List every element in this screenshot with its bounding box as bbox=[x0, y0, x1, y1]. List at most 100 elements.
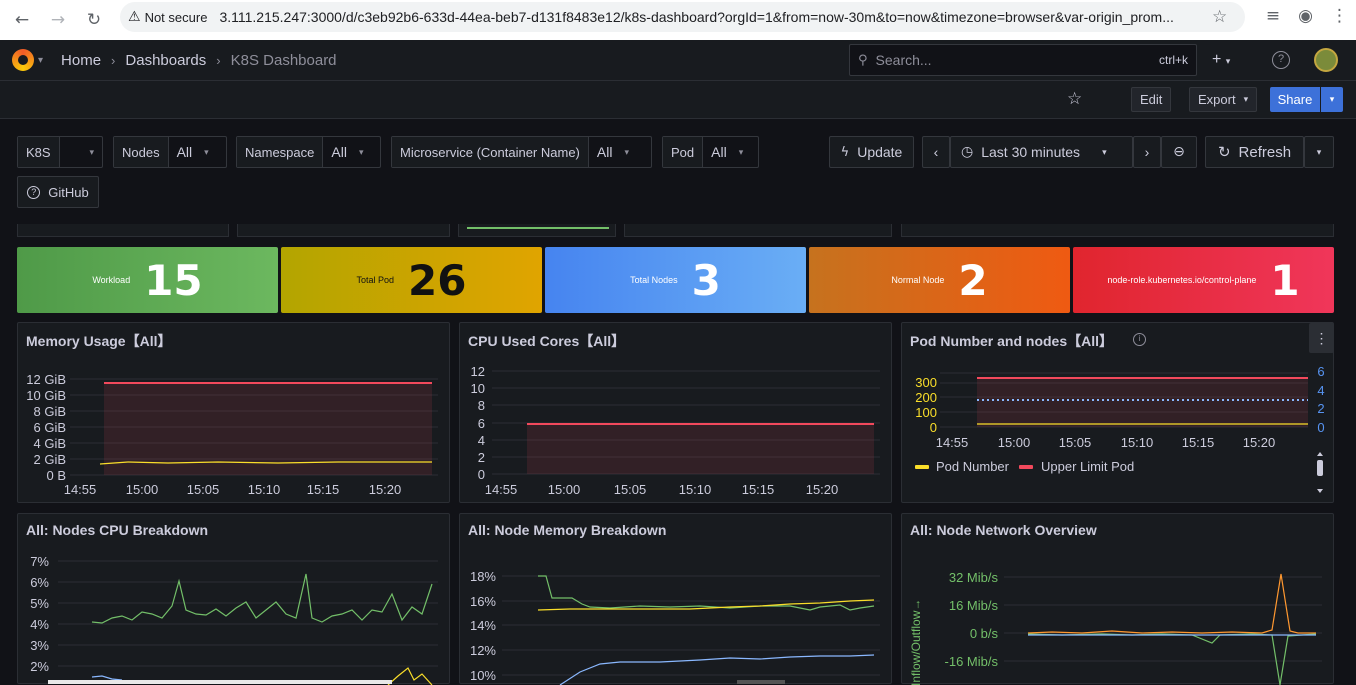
horizontal-scrollbar-thumb[interactable] bbox=[737, 680, 785, 684]
stat-control-plane: node-role.kubernetes.io/control-plane 1 bbox=[1073, 247, 1334, 313]
legend-scrollbar[interactable] bbox=[1316, 452, 1324, 494]
panel-nodes-cpu-breakdown: All: Nodes CPU Breakdown 7% 6% 5% 4% 3% 2% bbox=[17, 513, 450, 685]
address-bar[interactable]: ⚠ Not secure 3.111.215.247:3000/d/c3eb92b… bbox=[120, 2, 1245, 32]
y-tick: 2 bbox=[478, 450, 485, 465]
refresh-interval-dropdown[interactable]: ▾ bbox=[1304, 136, 1334, 168]
time-forward-button[interactable]: › bbox=[1133, 136, 1161, 168]
y-tick: 8 GiB bbox=[33, 404, 66, 419]
chevron-down-icon: ▾ bbox=[624, 146, 629, 157]
y-tick: 16 Mib/s bbox=[949, 598, 999, 613]
series-line-node-cpu-1 bbox=[91, 573, 433, 624]
profile-icon[interactable]: ◉ bbox=[1298, 6, 1313, 26]
panel-stub bbox=[624, 224, 892, 237]
x-tick: 15:15 bbox=[742, 482, 775, 497]
y2-tick: 2 bbox=[1317, 401, 1324, 416]
var-pod[interactable]: Pod All ▾ bbox=[662, 136, 759, 168]
area-cores bbox=[527, 424, 874, 474]
series-line-net-in bbox=[1027, 633, 1317, 685]
add-menu-button[interactable]: + ▾ bbox=[1212, 51, 1230, 69]
y2-tick: 0 bbox=[1317, 420, 1324, 435]
y-tick: 4 bbox=[478, 433, 485, 448]
panel-menu-icon[interactable]: ⋮ bbox=[1309, 323, 1334, 353]
share-button[interactable]: Share bbox=[1270, 87, 1320, 112]
chevron-down-icon: ▾ bbox=[1102, 146, 1107, 157]
panel-stub bbox=[17, 224, 229, 237]
lightning-icon: ϟ bbox=[840, 144, 850, 160]
media-icon[interactable]: ≡ bbox=[1266, 6, 1280, 26]
breadcrumb: Home › Dashboards › K8S Dashboard bbox=[61, 52, 337, 69]
crumb-dashboards[interactable]: Dashboards bbox=[125, 52, 206, 69]
help-icon: ? bbox=[27, 185, 41, 199]
top-nav: ▾ Home › Dashboards › K8S Dashboard ⚲ Se… bbox=[0, 40, 1356, 81]
y-tick: 5% bbox=[30, 596, 49, 611]
edit-button[interactable]: Edit bbox=[1131, 87, 1172, 112]
github-link[interactable]: ? GitHub bbox=[17, 176, 99, 208]
var-k8s[interactable]: K8S ▾ bbox=[17, 136, 103, 168]
var-microservice[interactable]: Microservice (Container Name) All ▾ bbox=[391, 136, 652, 168]
ncpu-grid bbox=[58, 560, 438, 667]
y-tick: 10% bbox=[470, 668, 496, 683]
x-tick: 14:55 bbox=[936, 435, 969, 450]
stat-normal-node: Normal Node 2 bbox=[809, 247, 1070, 313]
x-tick: 15:20 bbox=[806, 482, 839, 497]
grafana-logo-icon[interactable] bbox=[12, 49, 34, 71]
var-nodes[interactable]: Nodes All ▾ bbox=[113, 136, 227, 168]
y-tick: 10 GiB bbox=[26, 388, 66, 403]
y-tick: 3% bbox=[30, 638, 49, 653]
series-line-net-out bbox=[1027, 573, 1316, 634]
chevron-down-icon[interactable]: ▾ bbox=[38, 55, 43, 66]
forward-icon[interactable]: → bbox=[40, 4, 76, 36]
help-icon[interactable]: ? bbox=[1272, 51, 1290, 69]
horizontal-scrollbar[interactable] bbox=[48, 680, 392, 684]
star-icon[interactable]: ☆ bbox=[1067, 89, 1082, 109]
legend-swatch-upper-limit bbox=[1019, 465, 1033, 469]
x-tick: 15:00 bbox=[548, 482, 581, 497]
time-range-picker[interactable]: ◷ Last 30 minutes ▾ bbox=[950, 136, 1133, 168]
cpu-chart: 12 10 8 6 4 2 0 14:55 15:00 15:05 15:10 15:15 15:20 bbox=[471, 364, 880, 497]
back-icon[interactable]: ← bbox=[4, 4, 40, 36]
chevron-right-icon: › bbox=[216, 52, 221, 68]
panel-node-memory-breakdown: All: Node Memory Breakdown 18% 16% 14% 12% 1… bbox=[459, 513, 892, 685]
panel-cpu-cores: CPU Used Cores【All】 12 10 8 6 4 2 0 14:55 15:00… bbox=[459, 322, 892, 503]
legend-pod-number: Pod Number bbox=[936, 459, 1010, 474]
y-tick: 2 GiB bbox=[33, 452, 66, 467]
y-tick: 14% bbox=[470, 618, 496, 633]
panel-stub bbox=[901, 224, 1334, 237]
chevron-down-icon[interactable]: ▾ bbox=[1321, 87, 1343, 112]
panel-node-network: All: Node Network Overview 32 Mib/s 16 Mi… bbox=[901, 513, 1334, 685]
search-input[interactable]: ⚲ Search... ctrl+k bbox=[849, 44, 1197, 76]
avatar[interactable] bbox=[1314, 48, 1338, 72]
update-button[interactable]: ϟ Update bbox=[829, 136, 914, 168]
url-text: 3.111.215.247:3000/d/c3eb92b6-633d-44ea-… bbox=[219, 9, 1174, 25]
x-tick: 15:15 bbox=[1182, 435, 1215, 450]
panel-pod-number: Pod Number and nodes【All】 300 200 100 0 642… bbox=[901, 322, 1334, 503]
zoom-out-icon[interactable]: ⊖ bbox=[1161, 136, 1197, 168]
y-tick: 0 bbox=[930, 420, 937, 435]
x-tick: 15:15 bbox=[307, 482, 340, 497]
x-tick: 15:10 bbox=[679, 482, 712, 497]
refresh-button[interactable]: ↻ Refresh bbox=[1205, 136, 1304, 168]
y-tick: 6 GiB bbox=[33, 420, 66, 435]
y-tick: 8 bbox=[478, 398, 485, 413]
info-icon[interactable]: i bbox=[1133, 333, 1146, 346]
chevron-down-icon: ▾ bbox=[1243, 94, 1249, 104]
crumb-home[interactable]: Home bbox=[61, 52, 101, 69]
x-tick: 15:10 bbox=[248, 482, 281, 497]
browser-toolbar: ← → ↻ ⚠ Not secure 3.111.215.247:3000/d/c… bbox=[0, 0, 1356, 40]
stat-total-pod: Total Pod 26 bbox=[281, 247, 542, 313]
not-secure-badge[interactable]: ⚠ Not secure bbox=[128, 9, 207, 25]
x-tick: 14:55 bbox=[485, 482, 518, 497]
bookmark-star-icon[interactable]: ☆ bbox=[1212, 7, 1227, 27]
y-tick: 0 b/s bbox=[970, 626, 999, 641]
y-tick: 2% bbox=[30, 659, 49, 674]
series-line-node-mem-1 bbox=[538, 575, 875, 611]
var-namespace[interactable]: Namespace All ▾ bbox=[236, 136, 381, 168]
more-vert-icon[interactable]: ⋮ bbox=[1331, 6, 1348, 26]
time-back-button[interactable]: ‹ bbox=[922, 136, 950, 168]
y-tick: 32 Mib/s bbox=[949, 570, 999, 585]
reload-icon[interactable]: ↻ bbox=[76, 4, 112, 36]
series-line-node-cpu-3 bbox=[387, 667, 433, 685]
page-title: K8S Dashboard bbox=[230, 51, 337, 69]
export-button[interactable]: Export ▾ bbox=[1189, 87, 1258, 112]
y-tick: 10 bbox=[471, 381, 485, 396]
